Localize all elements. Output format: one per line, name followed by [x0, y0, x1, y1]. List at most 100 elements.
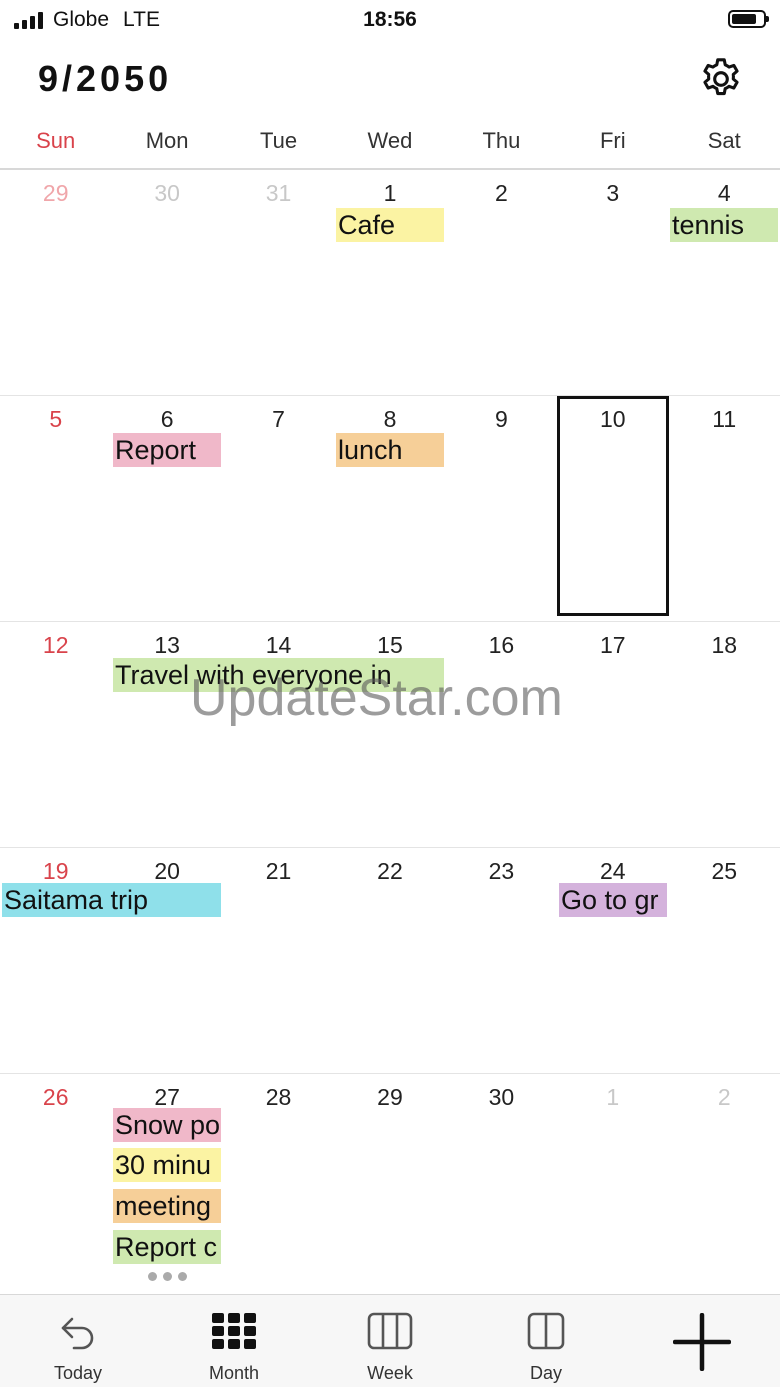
status-bar: Globe LTE 18:56: [0, 0, 780, 40]
day-cell[interactable]: 14: [223, 622, 334, 847]
day-number: 16: [488, 632, 515, 658]
day-number: 30: [488, 1084, 515, 1110]
undo-arrow-icon: [61, 1317, 94, 1350]
event-chip[interactable]: Snow po: [113, 1108, 221, 1142]
day-cell[interactable]: 29: [334, 1074, 445, 1299]
day-cell[interactable]: 30: [446, 1074, 557, 1299]
day-number: 26: [42, 1084, 69, 1110]
day-number: 1: [606, 1084, 620, 1110]
day-cell[interactable]: 29: [0, 170, 111, 395]
day-number: 6: [160, 406, 174, 432]
day-cell[interactable]: 4: [669, 170, 780, 395]
day-cell[interactable]: 19: [0, 848, 111, 1073]
event-chip[interactable]: Cafe: [336, 208, 444, 242]
day-number: 29: [42, 180, 69, 206]
day-number: 17: [600, 632, 626, 658]
day-number: 2: [495, 180, 508, 206]
day-cell[interactable]: 1: [557, 1074, 668, 1299]
day-cell[interactable]: 22: [334, 848, 445, 1073]
day-number: 23: [488, 858, 515, 884]
event-chip[interactable]: Report c: [113, 1230, 221, 1264]
day-cell[interactable]: 31: [223, 170, 334, 395]
page-title[interactable]: 9/2050: [38, 58, 172, 100]
day-number: 31: [265, 180, 292, 206]
day-cell[interactable]: 20: [111, 848, 222, 1073]
day-number: 5: [49, 406, 63, 432]
day-cell[interactable]: 2: [446, 170, 557, 395]
day-number: 29: [377, 1084, 403, 1110]
day-cell[interactable]: 17: [557, 622, 668, 847]
weekday-fri: Fri: [599, 128, 626, 153]
day-cell[interactable]: 3: [557, 170, 668, 395]
day-cell[interactable]: 2: [669, 1074, 780, 1299]
watermark: UpdateStar.com: [190, 669, 563, 727]
day-cell[interactable]: 18: [669, 622, 780, 847]
day-number: 19: [42, 858, 69, 884]
day-cell[interactable]: 15: [334, 622, 445, 847]
day-number: 22: [377, 858, 403, 884]
weekday-header: Sun Mon Tue Wed Thu Fri Sat: [0, 128, 780, 170]
week-row: 29 30 31 1 2 3 4: [0, 170, 780, 396]
day-number: 27: [154, 1084, 180, 1110]
day-cell[interactable]: 12: [0, 622, 111, 847]
event-chip[interactable]: Report: [113, 433, 221, 467]
day-cell[interactable]: 25: [669, 848, 780, 1073]
day-cell[interactable]: 1: [334, 170, 445, 395]
day-number: 11: [712, 406, 737, 432]
event-chip[interactable]: Saitama trip: [2, 883, 221, 917]
day-number: 15: [377, 632, 403, 658]
clock: 18:56: [363, 8, 417, 31]
day-number: 8: [383, 406, 397, 432]
day-cell[interactable]: 11: [669, 396, 780, 621]
add-event-button[interactable]: [624, 1295, 780, 1387]
battery-icon: [728, 10, 769, 28]
day-cell[interactable]: 21: [223, 848, 334, 1073]
day-cell[interactable]: 28: [223, 1074, 334, 1299]
day-cell[interactable]: 26: [0, 1074, 111, 1299]
event-chip[interactable]: meeting: [113, 1189, 221, 1223]
day-number: 4: [717, 180, 731, 206]
day-cell[interactable]: 13: [111, 622, 222, 847]
day-number: 1: [383, 180, 397, 206]
event-chip[interactable]: Go to gr: [559, 883, 667, 917]
day-number: 30: [154, 180, 180, 206]
tab-month[interactable]: Month: [156, 1295, 312, 1387]
week-row: 19 20 21 22 23 24 25: [0, 848, 780, 1074]
weekday-mon: Mon: [145, 128, 189, 153]
weekday-thu: Thu: [482, 128, 521, 153]
weekday-wed: Wed: [367, 128, 413, 153]
event-chip[interactable]: lunch: [336, 433, 444, 467]
day-number: 18: [711, 632, 738, 658]
more-events-indicator[interactable]: [148, 1272, 187, 1281]
event-chip[interactable]: tennis: [670, 208, 778, 242]
tab-label: Today: [53, 1363, 103, 1383]
day-number: 24: [600, 858, 626, 884]
tab-day[interactable]: Day: [468, 1295, 624, 1387]
day-number: 13: [154, 632, 180, 658]
day-cell[interactable]: 23: [446, 848, 557, 1073]
tab-week[interactable]: Week: [312, 1295, 468, 1387]
weekday-sat: Sat: [707, 128, 741, 153]
day-cell[interactable]: 16: [446, 622, 557, 847]
day-number: 9: [495, 406, 508, 432]
day-number: 21: [265, 858, 292, 884]
week-row: 12 13 14 15 16 17 18: [0, 622, 780, 848]
day-cell[interactable]: 24: [557, 848, 668, 1073]
day-number: 14: [265, 632, 292, 658]
day-cell[interactable]: 8: [334, 396, 445, 621]
day-cell[interactable]: 5: [0, 396, 111, 621]
day-cell[interactable]: 7: [223, 396, 334, 621]
day-number: 28: [265, 1084, 292, 1110]
day-cell[interactable]: 9: [446, 396, 557, 621]
day-number: 7: [272, 406, 285, 432]
grid-icon: [212, 1313, 256, 1349]
tab-label: Week: [367, 1363, 413, 1383]
event-chip[interactable]: 30 minu: [113, 1148, 221, 1182]
day-cell[interactable]: 30: [111, 170, 222, 395]
day-cell[interactable]: 6: [111, 396, 222, 621]
gear-icon[interactable]: [698, 56, 744, 102]
weekday-sun: Sun: [36, 128, 76, 153]
tab-bar: Today Month Week Day: [0, 1294, 780, 1387]
day-number: 20: [154, 858, 180, 884]
tab-today[interactable]: Today: [0, 1295, 156, 1387]
